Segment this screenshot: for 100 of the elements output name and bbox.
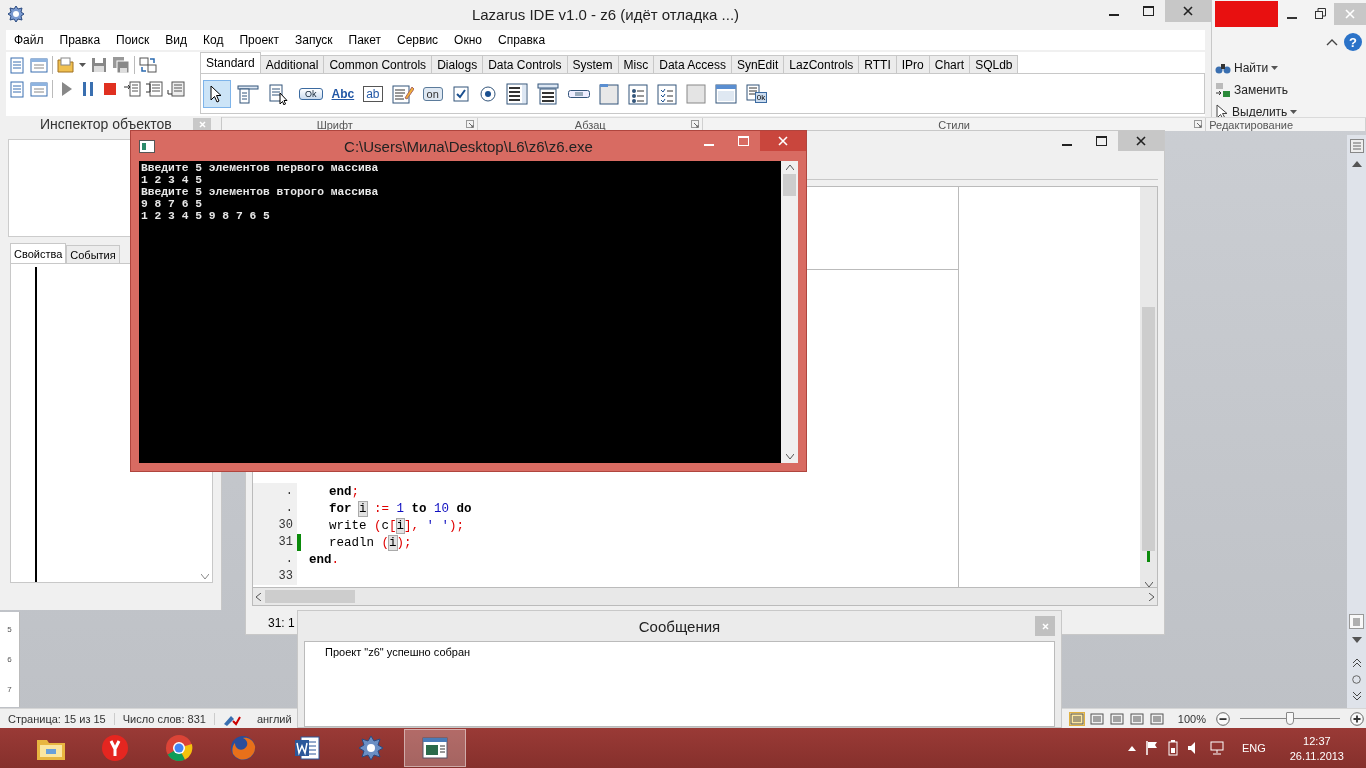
zoom-level[interactable]: 100% <box>1177 712 1206 725</box>
palette-tab[interactable]: Standard <box>200 52 261 73</box>
close-button[interactable] <box>760 131 806 151</box>
menu-item[interactable]: Правка <box>51 33 109 47</box>
replace-icon <box>1215 81 1231 98</box>
panel-icon <box>685 83 706 104</box>
console-icon <box>139 139 155 153</box>
step-into-button[interactable] <box>123 80 141 98</box>
clock-date[interactable]: 26.11.2013 <box>1289 749 1344 762</box>
dialog-launcher-icon[interactable] <box>691 120 699 128</box>
menu-item[interactable]: Поиск <box>108 33 158 47</box>
flag-icon[interactable] <box>1145 741 1158 755</box>
menu-item[interactable]: Окно <box>446 33 490 47</box>
component-button[interactable]: Ok <box>296 80 326 107</box>
arrow-right-icon[interactable] <box>1149 592 1154 601</box>
dialog-launcher-icon[interactable] <box>466 120 475 128</box>
step-over-button[interactable] <box>145 80 163 98</box>
minimize-icon <box>704 144 714 146</box>
arrow-down-icon[interactable] <box>1144 582 1153 587</box>
ribbon-button[interactable]: Найти <box>1215 58 1305 77</box>
split-icon[interactable] <box>1349 139 1364 153</box>
palette-tab[interactable]: Data Access <box>653 55 732 73</box>
step-out-icon <box>167 80 185 98</box>
cursor-position: 31: 1 <box>268 616 295 630</box>
scroll-thumb-icon[interactable] <box>1349 614 1364 629</box>
palette-tab[interactable]: Common Controls <box>323 55 433 73</box>
code-line: for i := 1 to 10 do <box>328 501 472 516</box>
dialog-launcher-icon[interactable] <box>1194 120 1203 128</box>
tab[interactable]: Свойства <box>10 243 67 263</box>
menu-item[interactable]: Пакет <box>340 33 389 47</box>
menu-item[interactable]: Запуск <box>287 33 341 47</box>
close-icon <box>1041 622 1049 630</box>
zoom-out-button[interactable] <box>1216 711 1230 726</box>
slider-thumb[interactable] <box>1286 712 1294 725</box>
palette-tab[interactable]: Additional <box>259 55 325 73</box>
word-count[interactable]: Число слов: 831 <box>114 712 215 725</box>
arrow-up-icon[interactable] <box>1351 161 1362 167</box>
component-button[interactable]: on <box>419 80 446 107</box>
chevron-up-icon[interactable] <box>1127 745 1136 751</box>
browse-object-icon[interactable] <box>1352 675 1361 684</box>
network-icon[interactable] <box>1209 741 1226 755</box>
menu-icon <box>237 82 259 105</box>
menu-item[interactable]: Код <box>195 33 232 47</box>
reading-view-icon <box>1089 712 1104 725</box>
previous-page-icon[interactable] <box>1352 659 1361 667</box>
palette-tab[interactable]: LazControls <box>783 55 860 73</box>
clock-time[interactable]: 12:37 <box>1303 734 1331 747</box>
combo-box-icon <box>536 82 559 105</box>
component-button[interactable] <box>203 79 231 108</box>
code-line: end; <box>328 484 360 499</box>
save-button[interactable] <box>90 56 108 74</box>
scrollbar[interactable] <box>1347 135 1366 708</box>
component-button[interactable]: 0k <box>742 80 771 107</box>
next-page-icon[interactable] <box>1352 692 1361 700</box>
tab[interactable]: События <box>66 245 120 263</box>
arrow-up-icon[interactable] <box>785 165 794 170</box>
menu-item[interactable]: Проект <box>231 33 287 47</box>
help-button[interactable]: ? <box>1344 33 1362 51</box>
save-all-button[interactable] <box>112 56 130 74</box>
menu-item[interactable]: Файл <box>6 33 52 47</box>
zoom-in-button[interactable] <box>1350 711 1364 726</box>
collapse-ribbon-button[interactable] <box>1326 38 1338 46</box>
open-button[interactable] <box>57 56 75 74</box>
maximize-icon <box>1095 136 1107 146</box>
menu-item[interactable]: Сервис <box>389 33 447 47</box>
arrow-down-icon[interactable] <box>1351 637 1362 643</box>
arrow-down-icon[interactable] <box>785 454 794 459</box>
palette-tab[interactable]: System <box>566 55 619 73</box>
menu-item[interactable]: Справка <box>490 33 554 47</box>
component-button[interactable]: Abc <box>328 80 358 107</box>
page-count[interactable]: Страница: 15 из 15 <box>0 712 115 725</box>
scrollbar[interactable] <box>781 161 798 463</box>
toggle-form-button[interactable] <box>139 56 157 74</box>
palette-tab[interactable]: IPro <box>895 55 930 73</box>
scrollbar[interactable] <box>1140 187 1157 587</box>
scroll-thumb[interactable] <box>783 174 796 196</box>
taskbar-button[interactable] <box>404 729 466 767</box>
step-out-button[interactable] <box>167 80 185 98</box>
ribbon-button[interactable]: Выделить <box>1215 102 1305 121</box>
palette-tab[interactable]: RTTI <box>858 55 897 73</box>
scrollbar[interactable] <box>252 588 1158 606</box>
message[interactable]: Проект "z6" успешно собран <box>325 646 1034 658</box>
code-editor[interactable]: . end; . for i := 1 to 10 do 30 write (c[i], ' '); 31 readln (i); . end. 33 <box>253 483 958 585</box>
component-button[interactable]: ab <box>360 80 386 107</box>
palette-tab[interactable]: SynEdit <box>730 55 785 73</box>
palette-tab[interactable]: Dialogs <box>431 55 484 73</box>
arrow-left-icon[interactable] <box>256 592 261 601</box>
stop-button[interactable] <box>101 80 119 98</box>
palette-tab[interactable]: Data Controls <box>482 55 568 73</box>
palette-tab[interactable]: SQLdb <box>969 55 1019 73</box>
caret-icon <box>1290 109 1298 114</box>
battery-icon[interactable] <box>1167 740 1178 756</box>
language-indicator[interactable]: ENG <box>1241 742 1266 754</box>
radio-group-icon <box>627 82 648 105</box>
arrow-down-icon[interactable] <box>200 574 209 579</box>
palette-tab[interactable]: Chart <box>928 55 971 73</box>
ribbon-button[interactable]: Заменить <box>1215 80 1305 99</box>
minimize-icon <box>1287 16 1297 19</box>
menu-item[interactable]: Вид <box>157 33 196 47</box>
language-label[interactable]: англий <box>256 712 292 725</box>
